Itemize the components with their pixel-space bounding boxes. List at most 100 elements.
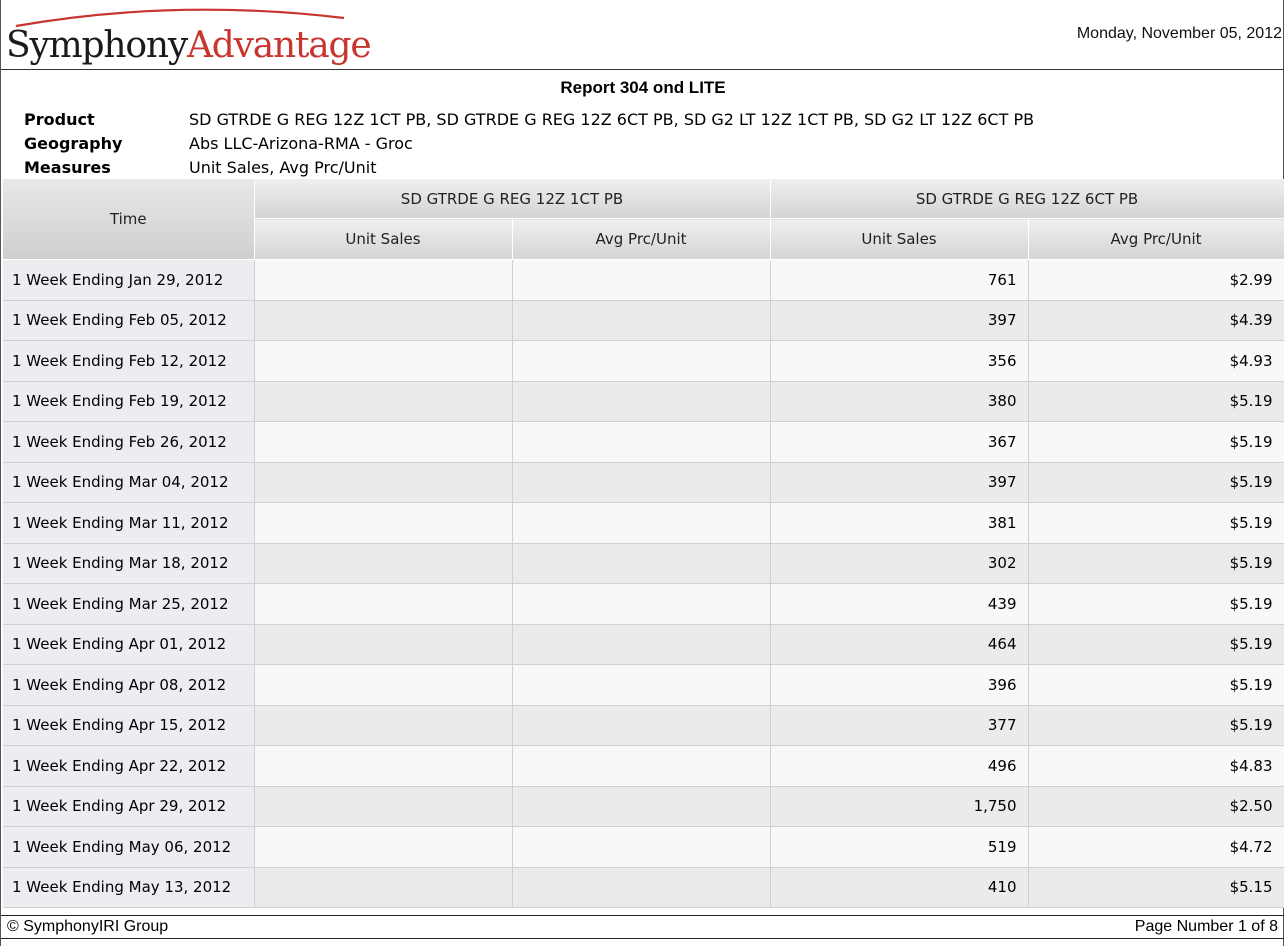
unit-sales-cell bbox=[254, 300, 513, 341]
avg-price-cell bbox=[512, 462, 771, 503]
report-title: Report 304 ond LITE bbox=[560, 78, 726, 97]
time-period-cell: 1 Week Ending Apr 08, 2012 bbox=[3, 664, 255, 706]
report-header: SymphonyAdvantage Monday, November 05, 2… bbox=[1, 0, 1284, 70]
table-row: 1 Week Ending Jan 29, 2012 761 $2.99 bbox=[3, 259, 1284, 301]
unit-sales-cell bbox=[254, 543, 513, 584]
avg-price-cell bbox=[512, 259, 771, 301]
symphony-advantage-logo: SymphonyAdvantage bbox=[6, 4, 372, 68]
unit-sales-cell: 367 bbox=[770, 421, 1029, 463]
unit-sales-cell: 519 bbox=[770, 826, 1029, 868]
avg-price-cell bbox=[512, 705, 771, 746]
unit-sales-cell: 464 bbox=[770, 624, 1029, 665]
avg-price-cell bbox=[512, 786, 771, 827]
unit-sales-cell bbox=[254, 786, 513, 827]
avg-price-cell: $2.99 bbox=[1028, 259, 1284, 301]
avg-price-cell bbox=[512, 340, 771, 382]
avg-price-cell bbox=[512, 300, 771, 341]
time-period-cell: 1 Week Ending Feb 05, 2012 bbox=[3, 300, 255, 341]
time-period-cell: 1 Week Ending Jan 29, 2012 bbox=[3, 259, 255, 301]
time-period-cell: 1 Week Ending Apr 01, 2012 bbox=[3, 624, 255, 665]
unit-sales-cell: 396 bbox=[770, 664, 1029, 706]
avg-price-cell: $5.19 bbox=[1028, 462, 1284, 503]
table-row: 1 Week Ending Mar 18, 2012 302 $5.19 bbox=[3, 543, 1284, 584]
measure-column-header: Unit Sales bbox=[770, 218, 1029, 260]
avg-price-cell bbox=[512, 624, 771, 665]
unit-sales-cell bbox=[254, 826, 513, 868]
measures-row: Measures Unit Sales, Avg Prc/Unit bbox=[24, 156, 1034, 180]
unit-sales-cell bbox=[254, 624, 513, 665]
unit-sales-cell: 439 bbox=[770, 583, 1029, 625]
measure-column-header: Avg Prc/Unit bbox=[512, 218, 771, 260]
avg-price-cell bbox=[512, 543, 771, 584]
unit-sales-cell: 397 bbox=[770, 300, 1029, 341]
unit-sales-cell bbox=[254, 421, 513, 463]
unit-sales-cell bbox=[254, 664, 513, 706]
avg-price-cell: $4.83 bbox=[1028, 745, 1284, 787]
unit-sales-cell: 380 bbox=[770, 381, 1029, 422]
unit-sales-cell bbox=[254, 340, 513, 382]
unit-sales-cell: 381 bbox=[770, 502, 1029, 544]
avg-price-cell: $5.19 bbox=[1028, 705, 1284, 746]
logo-wordmark: SymphonyAdvantage bbox=[6, 25, 372, 66]
time-period-cell: 1 Week Ending Feb 26, 2012 bbox=[3, 421, 255, 463]
unit-sales-cell: 397 bbox=[770, 462, 1029, 503]
avg-price-cell: $5.19 bbox=[1028, 664, 1284, 706]
avg-price-cell: $4.93 bbox=[1028, 340, 1284, 382]
avg-price-cell: $5.19 bbox=[1028, 624, 1284, 665]
avg-price-cell: $5.19 bbox=[1028, 502, 1284, 544]
time-period-cell: 1 Week Ending Feb 19, 2012 bbox=[3, 381, 255, 422]
logo-part1: Symphony bbox=[6, 25, 188, 66]
report-table: Time SD GTRDE G REG 12Z 1CT PB SD GTRDE … bbox=[3, 179, 1284, 908]
report-date: Monday, November 05, 2012 bbox=[1076, 25, 1282, 42]
unit-sales-cell bbox=[254, 705, 513, 746]
table-row: 1 Week Ending Feb 26, 2012 367 $5.19 bbox=[3, 421, 1284, 463]
product-row: Product SD GTRDE G REG 12Z 1CT PB, SD GTR… bbox=[24, 108, 1034, 132]
avg-price-cell bbox=[512, 826, 771, 868]
avg-price-cell bbox=[512, 745, 771, 787]
product-group-header: SD GTRDE G REG 12Z 1CT PB bbox=[254, 179, 771, 219]
unit-sales-cell bbox=[254, 867, 513, 908]
unit-sales-cell: 302 bbox=[770, 543, 1029, 584]
avg-price-cell: $4.72 bbox=[1028, 826, 1284, 868]
page-number: Page Number 1 of 8 bbox=[1134, 918, 1278, 935]
unit-sales-cell bbox=[254, 259, 513, 301]
report-footer: © SymphonyIRI Group Page Number 1 of 8 bbox=[1, 915, 1284, 939]
table-row: 1 Week Ending Apr 08, 2012 396 $5.19 bbox=[3, 664, 1284, 706]
copyright-text: © SymphonyIRI Group bbox=[7, 918, 169, 935]
unit-sales-cell: 496 bbox=[770, 745, 1029, 787]
avg-price-cell: $5.19 bbox=[1028, 421, 1284, 463]
table-row: 1 Week Ending Mar 04, 2012 397 $5.19 bbox=[3, 462, 1284, 503]
table-row: 1 Week Ending Feb 12, 2012 356 $4.93 bbox=[3, 340, 1284, 382]
avg-price-cell bbox=[512, 502, 771, 544]
avg-price-cell: $5.19 bbox=[1028, 543, 1284, 584]
time-period-cell: 1 Week Ending Apr 15, 2012 bbox=[3, 705, 255, 746]
time-period-cell: 1 Week Ending Apr 29, 2012 bbox=[3, 786, 255, 827]
avg-price-cell: $5.19 bbox=[1028, 583, 1284, 625]
table-row: 1 Week Ending Apr 22, 2012 496 $4.83 bbox=[3, 745, 1284, 787]
time-period-cell: 1 Week Ending May 13, 2012 bbox=[3, 867, 255, 908]
table-body: 1 Week Ending Jan 29, 2012 761 $2.99 1 Week… bbox=[3, 259, 1284, 908]
avg-price-cell: $2.50 bbox=[1028, 786, 1284, 827]
table-row: 1 Week Ending Mar 11, 2012 381 $5.19 bbox=[3, 502, 1284, 544]
avg-price-cell: $5.15 bbox=[1028, 867, 1284, 908]
table-row: 1 Week Ending May 06, 2012 519 $4.72 bbox=[3, 826, 1284, 868]
avg-price-cell: $5.19 bbox=[1028, 381, 1284, 422]
table-row: 1 Week Ending Feb 19, 2012 380 $5.19 bbox=[3, 381, 1284, 422]
time-period-cell: 1 Week Ending Mar 25, 2012 bbox=[3, 583, 255, 625]
table-row: 1 Week Ending Apr 01, 2012 464 $5.19 bbox=[3, 624, 1284, 665]
avg-price-cell bbox=[512, 867, 771, 908]
report-criteria: Product SD GTRDE G REG 12Z 1CT PB, SD GTR… bbox=[24, 108, 1034, 180]
avg-price-cell bbox=[512, 381, 771, 422]
unit-sales-cell: 761 bbox=[770, 259, 1029, 301]
unit-sales-cell bbox=[254, 745, 513, 787]
unit-sales-cell bbox=[254, 462, 513, 503]
report-page: SymphonyAdvantage Monday, November 05, 2… bbox=[0, 0, 1284, 946]
geography-label: Geography bbox=[24, 134, 123, 153]
measures-value: Unit Sales, Avg Prc/Unit bbox=[189, 158, 377, 177]
product-value: SD GTRDE G REG 12Z 1CT PB, SD GTRDE G RE… bbox=[189, 110, 1035, 129]
time-column-header: Time bbox=[3, 179, 255, 260]
unit-sales-cell bbox=[254, 502, 513, 544]
measure-column-header: Unit Sales bbox=[254, 218, 513, 260]
time-period-cell: 1 Week Ending Apr 22, 2012 bbox=[3, 745, 255, 787]
avg-price-cell bbox=[512, 583, 771, 625]
